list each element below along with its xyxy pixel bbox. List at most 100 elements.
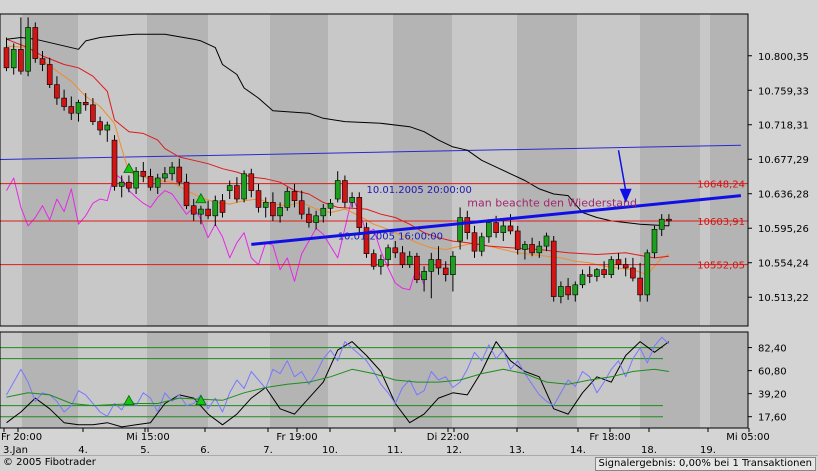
price-tick-label: 10.513,22	[758, 293, 809, 304]
x-tick-label: Mi 05:00	[726, 432, 769, 443]
session-band	[270, 14, 328, 326]
candle-body	[75, 102, 82, 114]
candle-body	[39, 58, 46, 65]
candle-body	[550, 240, 557, 297]
candle-body	[241, 173, 247, 200]
candle-body	[248, 173, 255, 191]
candle-body	[392, 247, 399, 254]
candle-body	[205, 208, 211, 217]
candle-body	[565, 286, 571, 296]
candle-body	[558, 286, 564, 297]
candle-body	[97, 121, 103, 131]
chart-area[interactable]: 10648,24 10603,91 10552,05 10.01.2005 20:0…	[0, 0, 818, 471]
candle-body	[450, 255, 456, 276]
candle-body	[579, 274, 586, 286]
candle-body	[212, 200, 219, 217]
candle-body	[507, 225, 514, 232]
candle-body	[378, 259, 384, 267]
candle-body	[615, 259, 622, 265]
candle-body	[356, 197, 363, 228]
oscillator-tick-label: 82,40	[758, 344, 787, 355]
candle-body	[500, 225, 507, 233]
candle-body	[478, 236, 485, 252]
candle-body	[234, 185, 240, 200]
candle-body	[644, 252, 651, 296]
candle-body	[529, 244, 535, 254]
candle-body	[270, 202, 276, 217]
candle-body	[442, 267, 449, 276]
candle-body	[104, 124, 111, 131]
candle-body	[198, 208, 204, 215]
x-tick-label: Fr 20:00	[1, 432, 42, 443]
candle-body	[313, 215, 319, 223]
candle-body	[428, 259, 435, 272]
candle-body	[46, 64, 53, 85]
candle-body	[32, 27, 39, 59]
candle-body	[10, 49, 17, 69]
candle-body	[284, 191, 291, 208]
candle-body	[608, 259, 615, 276]
oscillator-tick-label: 60,80	[758, 367, 787, 378]
candle-body	[226, 185, 233, 191]
candle-body	[169, 166, 175, 175]
candle-body	[601, 269, 607, 276]
candle-body	[637, 277, 643, 296]
candle-body	[147, 176, 154, 188]
candle-body	[349, 197, 355, 203]
oscillator-tick-label: 39,20	[758, 390, 787, 401]
candle-body	[126, 181, 132, 189]
candle-body	[255, 190, 262, 208]
price-tick-label: 10.636,28	[758, 190, 809, 201]
price-tick-label: 10.554,24	[758, 259, 809, 270]
candle-body	[334, 180, 341, 200]
session-band	[393, 332, 452, 428]
candle-body	[586, 274, 593, 277]
oscillator-tick-label: 17,60	[758, 413, 787, 424]
candle-body	[183, 181, 190, 207]
candle-body	[306, 213, 312, 223]
candle-body	[18, 49, 24, 72]
candle-body	[90, 104, 96, 122]
candle-body	[140, 170, 147, 177]
candle-body	[622, 264, 629, 269]
candle-body	[486, 222, 492, 238]
candle-body	[118, 181, 125, 187]
resistance-note: man beachte den Wiederstand	[467, 197, 637, 210]
candle-body	[262, 202, 269, 208]
price-tick-label: 10.595,26	[758, 224, 809, 235]
candle-body	[68, 106, 75, 114]
candle-body	[277, 207, 283, 217]
candle-body	[406, 255, 413, 265]
candle-body	[435, 259, 442, 269]
candle-body	[658, 218, 665, 230]
session-band	[710, 332, 748, 428]
price-tick-label: 10.759,33	[758, 86, 809, 97]
candle-body	[370, 253, 377, 267]
x-tick-label: Mi 15:00	[126, 432, 169, 443]
session-band	[22, 332, 78, 428]
candle-body	[298, 200, 305, 215]
timestamp-label: 10.01.2005 16:00:00	[338, 231, 443, 242]
x-tick-label: Fr 18:00	[589, 432, 630, 443]
candle-body	[414, 255, 420, 281]
candle-body	[651, 228, 658, 254]
candle-body	[3, 47, 10, 69]
x-tick-label: Di 22:00	[427, 432, 469, 443]
price-tick-label: 10.718,31	[758, 121, 809, 132]
level-label: 10552,05	[697, 261, 745, 272]
candle-body	[572, 284, 579, 296]
x-tick-label: Fr 19:00	[276, 432, 317, 443]
candle-body	[54, 84, 60, 99]
candle-body	[630, 267, 636, 279]
status-bar: © 2005 Fibotrader Signalergebnis: 0,00% …	[0, 455, 818, 471]
candle-body	[399, 252, 406, 265]
candle-body	[133, 170, 139, 189]
candle-body	[514, 230, 521, 250]
candle-body	[522, 244, 528, 250]
candle-body	[320, 207, 327, 217]
candle-body	[457, 217, 463, 242]
candle-body	[385, 247, 391, 260]
candle-body	[154, 177, 161, 188]
candle-body	[61, 97, 67, 107]
candle-body	[176, 166, 183, 183]
